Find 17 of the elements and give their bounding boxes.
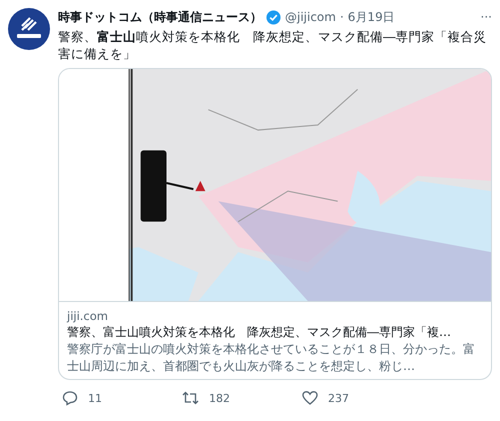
- more-button[interactable]: ···: [480, 10, 492, 24]
- link-card[interactable]: jiji.com 警察、富士山噴火対策を本格化 降灰想定、マスク配備―専門家「複… 警察庁が富士山の噴火対策を本格化させていることが１８日、分かった。富士山周辺に加え、首都圏でも火山灰が降ることを想定し、粉じ…: [58, 68, 492, 380]
- tweet-text: 警察、富士山噴火対策を本格化 降灰想定、マスク配備―専門家「複合災害に備えを」: [58, 28, 488, 62]
- card-site: jiji.com: [67, 308, 109, 324]
- retweet-button[interactable]: 182: [182, 390, 302, 406]
- like-button[interactable]: 237: [302, 390, 422, 406]
- card-description: 警察庁が富士山の噴火対策を本格化させていることが１８日、分かった。富士山周辺に加え、首都圏でも火山灰が降ることを想定し、粉じ…: [67, 341, 476, 375]
- reply-icon: [62, 390, 78, 406]
- separator-dot: ·: [340, 10, 344, 24]
- author-name[interactable]: 時事ドットコム（時事通信ニュース）: [58, 8, 262, 26]
- heart-icon: [302, 390, 318, 406]
- avatar-logo-icon[interactable]: [8, 8, 50, 50]
- reply-button[interactable]: 11: [62, 390, 182, 406]
- tweet-date[interactable]: 6月19日: [348, 8, 395, 26]
- retweet-icon: [182, 390, 199, 406]
- card-title: 警察、富士山噴火対策を本格化 降灰想定、マスク配備―専門家「複…: [67, 324, 452, 341]
- author-handle[interactable]: @jijicom: [285, 10, 336, 24]
